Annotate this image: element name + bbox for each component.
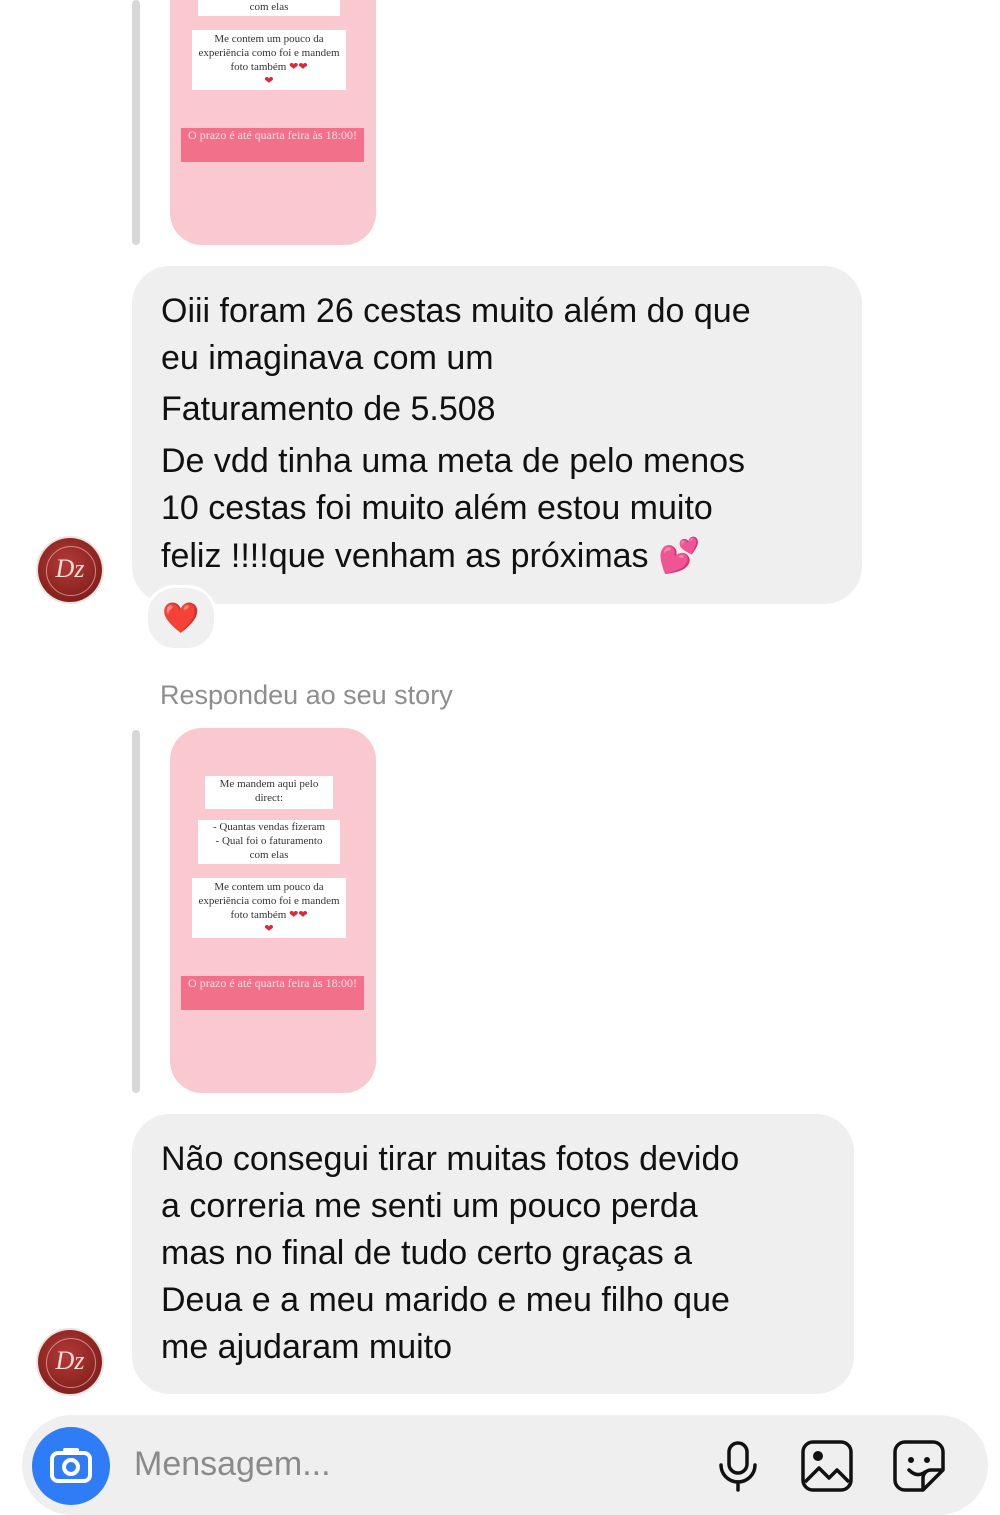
avatar-logo: Dz: [55, 1346, 85, 1375]
camera-icon: [50, 1448, 92, 1483]
story-text: - Quantas vendas fizeram: [212, 821, 326, 833]
heart-icon: ❤❤: [289, 909, 308, 921]
story-deadline-text: O prazo é até quarta feira às 18:00!: [188, 128, 357, 142]
heart-reaction-icon: ❤️: [162, 601, 200, 635]
sticker-button[interactable]: [891, 1438, 947, 1494]
story-text: Me contem um pouco da experiência como f…: [198, 881, 340, 921]
story-reply-bar: [132, 730, 140, 1093]
sticker-icon: [893, 1440, 945, 1492]
message-line: 10 cestas foi muito além estou muito: [161, 489, 713, 527]
story-text: - Qual foi o faturamento: [215, 835, 323, 847]
story-text: com elas: [249, 849, 289, 861]
story-text-box: Me contem um pouco da experiência como f…: [192, 30, 346, 90]
avatar[interactable]: Dz: [38, 1330, 102, 1394]
message-line: eu imaginava com um: [161, 339, 494, 377]
story-preview[interactable]: com elas Me contem um pouco da experiênc…: [170, 0, 376, 245]
gallery-icon: [801, 1440, 853, 1492]
story-deadline: O prazo é até quarta feira às 18:00!: [181, 976, 364, 1010]
avatar[interactable]: Dz: [38, 538, 102, 602]
message-line: feliz !!!!que venham as próximas 💕: [161, 537, 701, 575]
camera-button[interactable]: [32, 1427, 110, 1505]
message-line: me ajudaram muito: [161, 1328, 453, 1366]
heart-icon: ❤: [264, 923, 274, 935]
story-reply-bar: [132, 0, 140, 245]
avatar-logo: Dz: [55, 554, 85, 583]
story-text: Me contem um pouco da experiência como f…: [198, 33, 340, 73]
message-line: Deua e a meu marido e meu filho que: [161, 1281, 730, 1319]
story-text-box: - Quantas vendas fizeram - Qual foi o fa…: [198, 820, 340, 864]
reaction-badge[interactable]: ❤️: [145, 585, 217, 651]
message-line: Faturamento de 5.508: [161, 390, 496, 428]
message-bubble[interactable]: Oiii foram 26 cestas muito além do que e…: [132, 266, 862, 604]
message-input[interactable]: Mensagem...: [134, 1445, 331, 1484]
heart-icon: ❤❤: [289, 61, 308, 73]
story-text-box: Me mandem aqui pelo direct:: [205, 776, 333, 809]
message-bubble[interactable]: Não consegui tirar muitas fotos devido a…: [132, 1114, 854, 1394]
story-text-box: com elas: [198, 0, 340, 16]
message-line: Oiii foram 26 cestas muito além do que: [161, 292, 751, 330]
microphone-icon: [719, 1441, 757, 1492]
story-deadline: O prazo é até quarta feira às 18:00!: [181, 128, 364, 162]
story-text-box: Me contem um pouco da experiência como f…: [192, 878, 346, 938]
message-line: Não consegui tirar muitas fotos devido: [161, 1140, 740, 1178]
message-line: mas no final de tudo certo graças a: [161, 1234, 693, 1272]
microphone-button[interactable]: [710, 1438, 766, 1494]
gallery-button[interactable]: [799, 1438, 855, 1494]
story-text: com elas: [249, 1, 289, 13]
story-text: Me mandem aqui pelo direct:: [219, 778, 319, 804]
story-deadline-text: O prazo é até quarta feira às 18:00!: [188, 976, 357, 990]
story-preview[interactable]: Me mandem aqui pelo direct: - Quantas ve…: [170, 728, 376, 1093]
reply-context-label: Respondeu ao seu story: [160, 680, 453, 710]
heart-icon: ❤: [264, 75, 274, 87]
message-line: De vdd tinha uma meta de pelo menos: [161, 442, 746, 480]
message-line: a correria me senti um pouco perda: [161, 1187, 698, 1225]
